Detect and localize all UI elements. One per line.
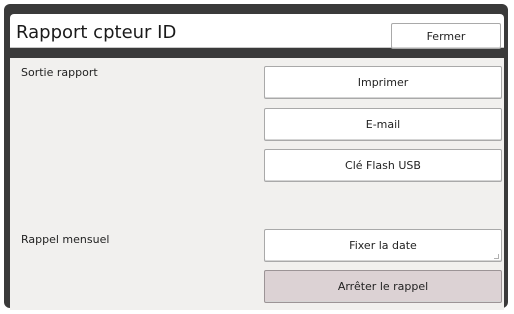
set-date-button[interactable]: Fixer la date	[264, 229, 502, 262]
close-button[interactable]: Fermer	[391, 23, 501, 49]
set-date-label: Fixer la date	[349, 239, 417, 252]
stop-reminder-button[interactable]: Arrêter le rappel	[264, 270, 502, 303]
email-button[interactable]: E-mail	[264, 108, 502, 141]
report-output-label: Sortie rapport	[21, 66, 98, 79]
usb-flash-button[interactable]: Clé Flash USB	[264, 149, 502, 182]
print-button[interactable]: Imprimer	[264, 66, 502, 99]
dialog-title: Rapport cpteur ID	[16, 22, 177, 43]
monthly-reminder-label: Rappel mensuel	[21, 233, 110, 246]
corner-indicator-icon	[494, 254, 499, 259]
